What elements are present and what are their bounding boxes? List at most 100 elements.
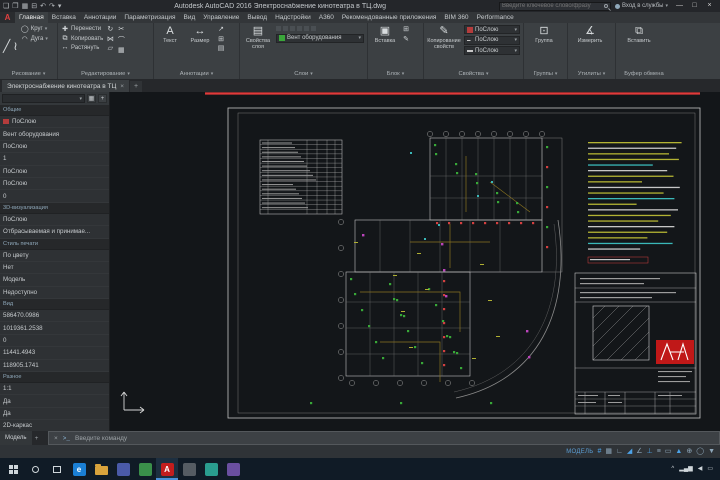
match-properties-button[interactable]: ✎ Копирование свойств	[427, 25, 461, 50]
hatch-button[interactable]: ▤	[217, 44, 225, 52]
palette-row[interactable]: Да	[0, 395, 109, 408]
array-button[interactable]: ▦	[117, 46, 125, 54]
measure-button[interactable]: ∡ Измерить	[571, 25, 609, 44]
palette-row[interactable]: 0	[0, 190, 109, 203]
palette-row[interactable]: Модель	[0, 274, 109, 287]
redo-icon[interactable]: ↷	[49, 3, 55, 10]
ribbon-tab-3[interactable]: Параметризация	[120, 12, 179, 23]
ribbon-tab-5[interactable]: Управление	[199, 12, 243, 23]
isolate-icon[interactable]: ◯	[696, 448, 704, 455]
signin-button[interactable]: Вход в службы ▾	[614, 3, 668, 9]
file-tab[interactable]: Электроснабжение кинотеатра в ТЦ ×	[2, 80, 130, 92]
palette-row[interactable]: 586470.0986	[0, 310, 109, 323]
palette-row[interactable]: ПоСлою	[0, 141, 109, 154]
minimize-button[interactable]: —	[672, 0, 687, 12]
palette-row[interactable]: Недоступно	[0, 287, 109, 300]
layer-isolate-icon[interactable]	[283, 26, 288, 31]
panel-label-draw[interactable]: Рисование ▾	[0, 69, 57, 79]
palette-row[interactable]: Нет	[0, 262, 109, 275]
taskbar-app-teal[interactable]	[200, 458, 222, 480]
ortho-icon[interactable]: ∟	[616, 448, 623, 455]
fillet-button[interactable]: ⌒	[117, 35, 125, 45]
polar-icon[interactable]: ◢	[627, 448, 632, 455]
palette-section-header[interactable]: 3D-визуализация	[0, 202, 109, 214]
panel-label-block[interactable]: Блок ▾	[368, 69, 423, 79]
arc-button[interactable]: ◠ Дуга ▾	[21, 35, 48, 43]
dimension-button[interactable]: ↔ Размер	[186, 25, 214, 44]
palette-section-header[interactable]: Вид	[0, 299, 109, 311]
lineweight-icon[interactable]: ≡	[657, 448, 661, 455]
taskbar-app-green[interactable]	[134, 458, 156, 480]
object-type-dropdown[interactable]: ▾	[2, 94, 85, 103]
copy-button[interactable]: ⧉ Копировать	[61, 35, 104, 43]
task-view-button[interactable]	[46, 458, 68, 480]
panel-label-properties[interactable]: Свойства ▾	[424, 69, 523, 79]
layer-dropdown[interactable]: Вент оборудования ▾	[276, 33, 364, 43]
layer-off-icon[interactable]	[276, 26, 281, 31]
ribbon-tab-8[interactable]: A360	[315, 12, 338, 23]
ribbon-tab-4[interactable]: Вид	[180, 12, 200, 23]
taskbar-app-grey[interactable]	[178, 458, 200, 480]
ribbon-tab-6[interactable]: Вывод	[243, 12, 271, 23]
ribbon-tab-0[interactable]: Главная	[15, 12, 48, 23]
palette-row[interactable]: 11441.4943	[0, 347, 109, 360]
ribbon-tab-7[interactable]: Надстройки	[271, 12, 315, 23]
isodraft-icon[interactable]: ∠	[636, 448, 642, 455]
ribbon-tab-11[interactable]: Performance	[473, 12, 518, 23]
palette-row[interactable]: ПоСлою	[0, 214, 109, 227]
annotation-scale-icon[interactable]: ▲	[675, 448, 682, 455]
table-button[interactable]: ⊞	[217, 35, 225, 43]
palette-row[interactable]: По цвету	[0, 250, 109, 262]
qat-dropdown-icon[interactable]: ▾	[58, 3, 62, 10]
network-icon[interactable]: ▂▄▆	[679, 466, 692, 472]
panel-label-layers[interactable]: Слои ▾	[240, 69, 367, 79]
insert-block-button[interactable]: ▣ Вставка	[371, 25, 399, 44]
select-objects-button[interactable]: +	[98, 94, 107, 103]
palette-section-header[interactable]: Общие	[0, 105, 109, 116]
application-menu-button[interactable]: A	[0, 12, 15, 23]
object-color-dropdown[interactable]: ПоСлою ▾	[464, 25, 520, 34]
new-tab-button[interactable]: +	[130, 81, 143, 92]
ribbon-tab-1[interactable]: Вставка	[48, 12, 80, 23]
palette-row[interactable]: Вент оборудования	[0, 128, 109, 141]
linetype-dropdown[interactable]: ПоСлою ▾	[464, 35, 520, 45]
polyline-icon[interactable]: ≀	[13, 39, 18, 53]
rotate-button[interactable]: ↻	[106, 25, 114, 33]
taskbar-app-purple[interactable]	[222, 458, 244, 480]
maximize-button[interactable]: □	[687, 0, 702, 12]
move-button[interactable]: ✚ Перенести	[61, 25, 103, 33]
close-command-icon[interactable]: ×	[54, 435, 58, 442]
undo-icon[interactable]: ↶	[40, 3, 46, 10]
start-button[interactable]	[2, 458, 24, 480]
chevron-up-icon[interactable]: ^	[671, 466, 674, 472]
palette-row[interactable]: 118905.1741	[0, 360, 109, 373]
help-search-input[interactable]	[501, 3, 602, 9]
close-button[interactable]: ×	[702, 0, 717, 12]
taskbar-edge-browser[interactable]: e	[68, 458, 90, 480]
quick-select-button[interactable]: ▦	[87, 94, 96, 103]
open-icon[interactable]: ❐	[12, 3, 18, 10]
transparency-icon[interactable]: ▭	[665, 448, 672, 455]
mirror-button[interactable]: ⋈	[106, 35, 114, 43]
layer-prev-icon[interactable]	[311, 26, 316, 31]
edit-block-button[interactable]: ✎	[402, 35, 410, 43]
panel-label-utilities[interactable]: Утилиты ▾	[568, 69, 615, 79]
panel-label-clipboard[interactable]: Буфер обмена	[616, 69, 672, 79]
palette-row[interactable]: Да	[0, 408, 109, 421]
leader-button[interactable]: ↗	[217, 25, 225, 33]
layer-properties-button[interactable]: ▤ Свойства слоя	[243, 25, 273, 50]
drawing-area[interactable]	[110, 92, 720, 431]
group-button[interactable]: ⊡ Группа	[527, 25, 561, 44]
search-icon[interactable]	[603, 4, 608, 8]
palette-row[interactable]: ПоСлою	[0, 166, 109, 178]
osnap-icon[interactable]: ⊥	[647, 448, 653, 455]
palette-row[interactable]: 2D-каркас	[0, 420, 109, 431]
expand-icon[interactable]: ▼	[708, 448, 715, 455]
panel-label-annotation[interactable]: Аннотации ▾	[154, 69, 239, 79]
new-layout-button[interactable]: +	[32, 431, 42, 445]
taskbar-search-button[interactable]	[24, 458, 46, 480]
save-icon[interactable]: ▦	[22, 3, 29, 10]
circle-button[interactable]: ◯ Круг ▾	[21, 25, 48, 33]
taskbar-app-blue[interactable]	[112, 458, 134, 480]
text-button[interactable]: A Текст	[157, 25, 183, 44]
